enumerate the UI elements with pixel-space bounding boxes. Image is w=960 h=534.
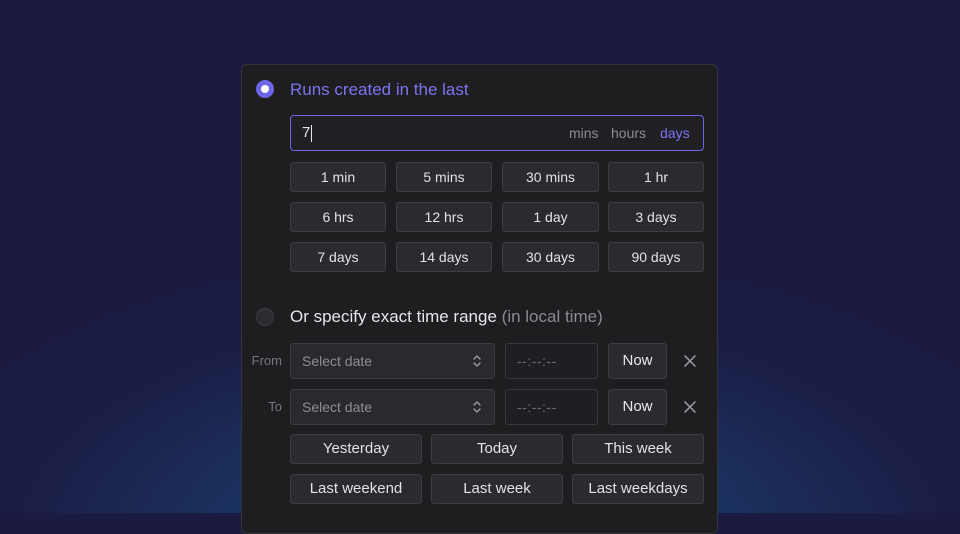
preset-button[interactable]: 90 days <box>608 242 704 272</box>
exact-range-title: Or specify exact time range <box>290 307 497 326</box>
from-date-placeholder: Select date <box>302 353 373 369</box>
preset-button[interactable]: 3 days <box>608 202 704 232</box>
quick-range-button[interactable]: Last weekdays <box>572 474 704 504</box>
quick-range-button[interactable]: Today <box>431 434 563 464</box>
from-date-select[interactable]: Select date <box>290 343 495 379</box>
exact-range-suffix: (in local time) <box>501 307 603 326</box>
to-label: To <box>268 399 282 414</box>
preset-button[interactable]: 1 hr <box>608 162 704 192</box>
to-time-input[interactable]: --:--:-- <box>505 389 598 425</box>
time-filter-panel: Runs created in the last 7 mins hours da… <box>241 64 718 534</box>
relative-heading: Runs created in the last <box>290 80 469 99</box>
relative-amount-input[interactable]: 7 mins hours days <box>290 115 704 151</box>
quick-range-button[interactable]: This week <box>572 434 704 464</box>
preset-button[interactable]: 14 days <box>396 242 492 272</box>
unit-mins[interactable]: mins <box>569 125 599 141</box>
close-icon[interactable] <box>683 400 697 414</box>
unit-days[interactable]: days <box>660 125 690 141</box>
from-time-placeholder: --:--:-- <box>517 353 557 369</box>
to-date-placeholder: Select date <box>302 399 373 415</box>
from-now-button[interactable]: Now <box>608 343 667 379</box>
to-now-button[interactable]: Now <box>608 389 667 425</box>
preset-button[interactable]: 30 days <box>502 242 599 272</box>
preset-button[interactable]: 12 hrs <box>396 202 492 232</box>
relative-amount-value: 7 <box>302 124 311 141</box>
exact-range-heading: Or specify exact time range (in local ti… <box>290 307 603 327</box>
relative-radio[interactable] <box>256 80 274 98</box>
text-caret <box>311 125 312 142</box>
chevron-updown-icon <box>473 401 481 413</box>
preset-button[interactable]: 7 days <box>290 242 386 272</box>
chevron-updown-icon <box>473 355 481 367</box>
to-date-select[interactable]: Select date <box>290 389 495 425</box>
quick-range-button[interactable]: Last week <box>431 474 563 504</box>
to-time-placeholder: --:--:-- <box>517 399 557 415</box>
exact-range-radio[interactable] <box>256 308 274 326</box>
preset-button[interactable]: 30 mins <box>502 162 599 192</box>
preset-button[interactable]: 1 min <box>290 162 386 192</box>
preset-button[interactable]: 1 day <box>502 202 599 232</box>
unit-hours[interactable]: hours <box>611 125 646 141</box>
quick-range-button[interactable]: Last weekend <box>290 474 422 504</box>
quick-range-button[interactable]: Yesterday <box>290 434 422 464</box>
close-icon[interactable] <box>683 354 697 368</box>
preset-button[interactable]: 6 hrs <box>290 202 386 232</box>
preset-button[interactable]: 5 mins <box>396 162 492 192</box>
from-time-input[interactable]: --:--:-- <box>505 343 598 379</box>
from-label: From <box>251 353 282 368</box>
